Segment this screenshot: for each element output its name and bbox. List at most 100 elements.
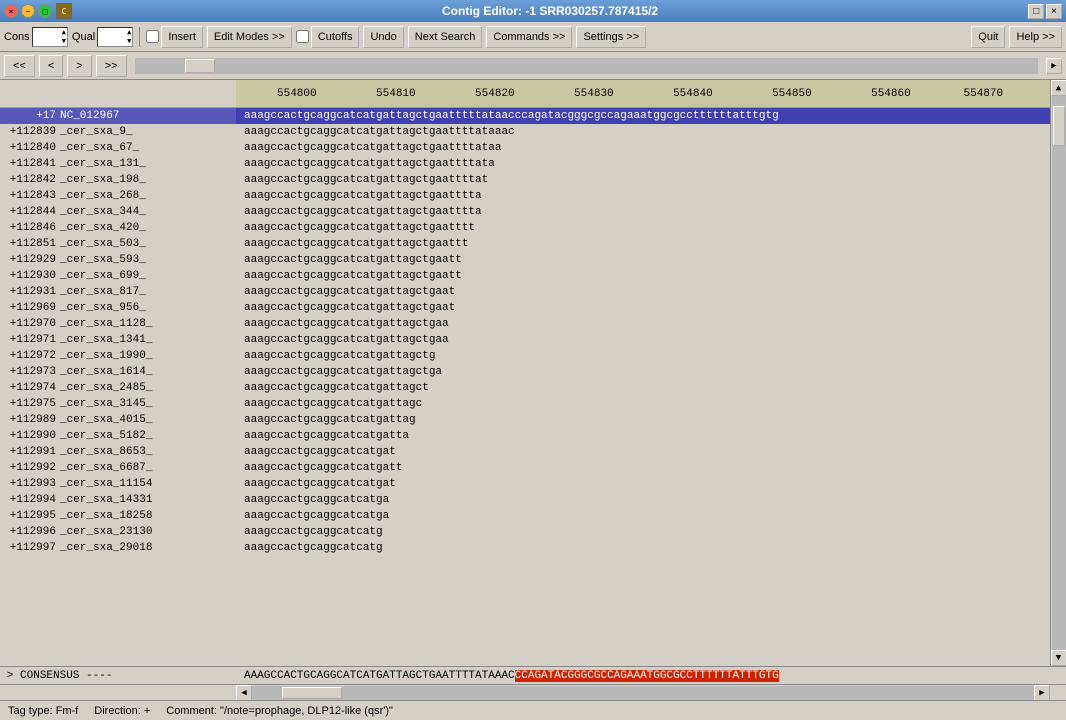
read-name-8: _cer_sxa_503_ [58,238,236,250]
left-row-13: +112970_cer_sxa_1128_ [0,316,236,332]
prev-button[interactable]: < [39,55,63,77]
hscroll-right[interactable]: ▶ [1046,58,1062,74]
qual-arrows[interactable]: ▲ ▼ [126,28,132,46]
seq-row-27: aaagccactgcaggcatcatg [236,540,1050,556]
app-icon: C [56,3,72,19]
hscroll-track[interactable] [252,686,1034,700]
main-grid: +17NC_012967+112839_cer_sxa_9_+112840_ce… [0,80,1066,700]
left-row-1: +112839_cer_sxa_9_ [0,124,236,140]
hscroll-left[interactable]: ◀ [236,685,252,701]
left-row-10: +112930_cer_sxa_699_ [0,268,236,284]
seq-row-9: aaagccactgcaggcatcatgattagctgaatt [236,252,1050,268]
next-button[interactable]: > [67,55,91,77]
insert-checkbox[interactable] [146,30,159,43]
hscroll-right2[interactable]: ▶ [1034,685,1050,701]
left-row-4: +112842_cer_sxa_198_ [0,172,236,188]
seq-row-24: aaagccactgcaggcatcatga [236,492,1050,508]
read-name-5: _cer_sxa_268_ [58,190,236,202]
last-button[interactable]: >> [96,55,127,77]
vscroll-up[interactable]: ▲ [1051,80,1066,96]
left-row-17: +112974_cer_sxa_2485_ [0,380,236,396]
insert-check[interactable]: Insert [146,26,203,48]
left-row-15: +112972_cer_sxa_1990_ [0,348,236,364]
qual-spinbox[interactable]: 0 ▲ ▼ [97,27,133,47]
cutoffs-button[interactable]: Cutoffs [311,26,360,48]
pos-num-26: +112996 [0,526,58,538]
consensus-row: > CONSENSUS ---- AAAGCCACTGCAGGCATCATGAT… [0,666,1066,684]
pos-num-20: +112990 [0,430,58,442]
pos-num-12: +112969 [0,302,58,314]
qual-group: Qual 0 ▲ ▼ [72,27,133,47]
seq-row-4: aaagccactgcaggcatcatgattagctgaattttat [236,172,1050,188]
left-row-2: +112840_cer_sxa_67_ [0,140,236,156]
maximize-button[interactable]: □ [38,4,52,18]
consensus-name: CONSENSUS ---- [20,670,112,682]
quit-button[interactable]: Quit [971,26,1005,48]
qual-up-arrow[interactable]: ▲ [126,28,132,37]
window-controls[interactable]: × − □ [4,4,52,18]
cons-spinbox[interactable]: 2 ▲ ▼ [32,27,68,47]
seq-row-18: aaagccactgcaggcatcatgattagc [236,396,1050,412]
seq-row-23: aaagccactgcaggcatcatgat [236,476,1050,492]
left-row-6: +112844_cer_sxa_344_ [0,204,236,220]
edit-modes-button[interactable]: Edit Modes >> [207,26,292,48]
undo-button[interactable]: Undo [363,26,403,48]
left-row-26: +112996_cer_sxa_23130 [0,524,236,540]
seq-row-5: aaagccactgcaggcatcatgattagctgaatttta [236,188,1050,204]
read-name-9: _cer_sxa_593_ [58,254,236,266]
pos-num-18: +112975 [0,398,58,410]
vscroll-thumb[interactable] [1053,106,1065,146]
pos-num-24: +112994 [0,494,58,506]
pos-num-13: +112970 [0,318,58,330]
insert-button[interactable]: Insert [161,26,203,48]
qual-input[interactable]: 0 [98,28,126,46]
left-row-23: +112993_cer_sxa_11154 [0,476,236,492]
cons-arrows[interactable]: ▲ ▼ [61,28,67,46]
vertical-scrollbar[interactable]: ▲ ▼ [1050,80,1066,666]
hscroll-thumb[interactable] [282,687,342,699]
help-button[interactable]: Help >> [1009,26,1062,48]
cutoffs-checkbox[interactable] [296,30,309,43]
seq-row-7: aaagccactgcaggcatcatgattagctgaatttt [236,220,1050,236]
qual-down-arrow[interactable]: ▼ [126,37,132,46]
minimize-button[interactable]: − [21,4,35,18]
read-name-13: _cer_sxa_1128_ [58,318,236,330]
left-row-9: +112929_cer_sxa_593_ [0,252,236,268]
first-button[interactable]: << [4,55,35,77]
left-row-16: +112973_cer_sxa_1614_ [0,364,236,380]
left-row-12: +112969_cer_sxa_956_ [0,300,236,316]
ruler-numbers: 554800 554810 554820 554830 554840 55485… [236,88,1003,100]
settings-button[interactable]: Settings >> [576,26,646,48]
read-name-20: _cer_sxa_5182_ [58,430,236,442]
seq-row-16: aaagccactgcaggcatcatgattagctga [236,364,1050,380]
cons-group: Cons 2 ▲ ▼ [4,27,68,47]
read-name-14: _cer_sxa_1341_ [58,334,236,346]
pos-num-2: +112840 [0,142,58,154]
pos-num-3: +112841 [0,158,58,170]
commands-button[interactable]: Commands >> [486,26,572,48]
window-close-button[interactable]: × [1046,4,1062,19]
read-name-24: _cer_sxa_14331 [58,494,236,506]
title-right-controls[interactable]: □ × [1028,4,1062,19]
seq-row-3: aaagccactgcaggcatcatgattagctgaattttata [236,156,1050,172]
seq-row-12: aaagccactgcaggcatcatgattagctgaat [236,300,1050,316]
vscroll-down[interactable]: ▼ [1051,650,1066,666]
restore-button[interactable]: □ [1028,4,1044,19]
left-row-22: +112992_cer_sxa_6687_ [0,460,236,476]
cons-down-arrow[interactable]: ▼ [61,37,67,46]
seq-row-6: aaagccactgcaggcatcatgattagctgaatttta [236,204,1050,220]
horizontal-scrollbar[interactable]: ◀ ▶ [0,684,1066,700]
left-row-27: +112997_cer_sxa_29018 [0,540,236,556]
left-row-0: +17NC_012967 [0,108,236,124]
next-search-button[interactable]: Next Search [408,26,483,48]
close-button[interactable]: × [4,4,18,18]
cons-input[interactable]: 2 [33,28,61,46]
pos-num-11: +112931 [0,286,58,298]
cons-up-arrow[interactable]: ▲ [61,28,67,37]
cutoffs-check[interactable]: Cutoffs [296,26,360,48]
pos-num-23: +112993 [0,478,58,490]
consensus-gt: > [0,670,20,682]
read-name-23: _cer_sxa_11154 [58,478,236,490]
left-data-rows: +17NC_012967+112839_cer_sxa_9_+112840_ce… [0,108,236,556]
vscroll-track[interactable] [1052,96,1066,650]
